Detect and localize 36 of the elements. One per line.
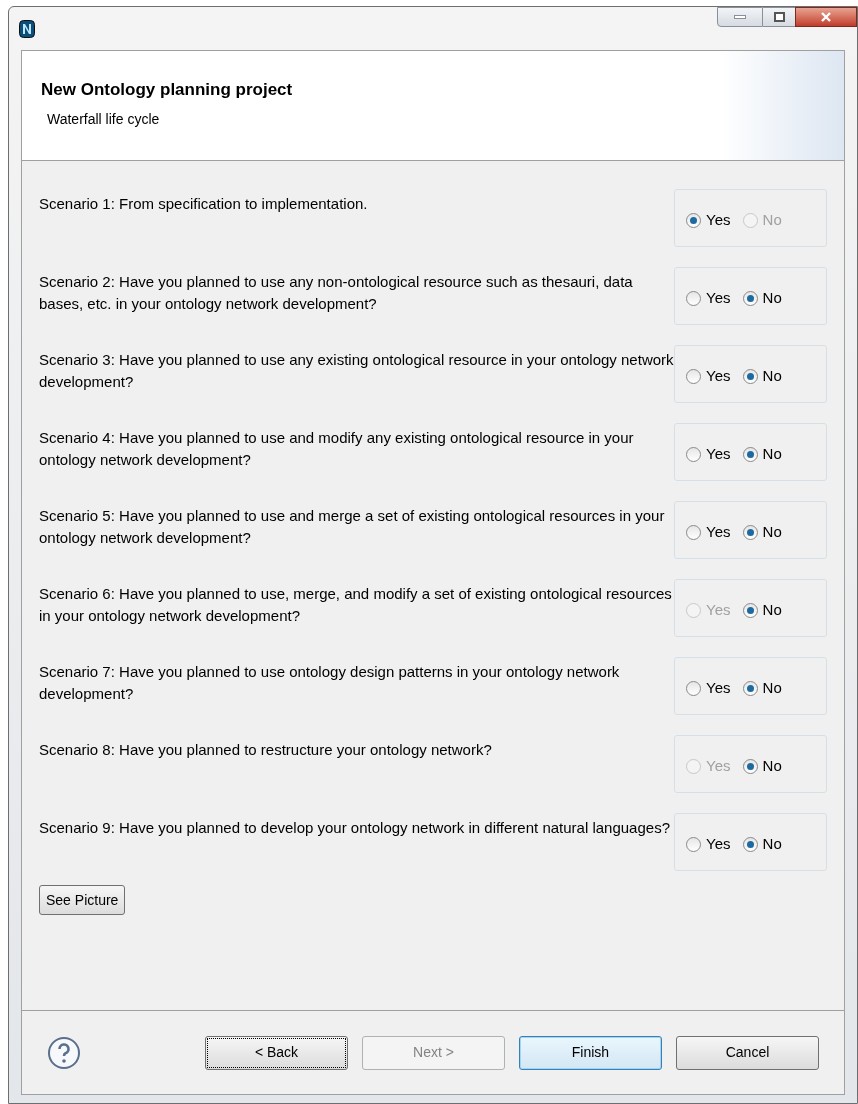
radio-option[interactable]: Yes: [686, 521, 731, 544]
radio-option[interactable]: No: [742, 833, 782, 856]
question-text: Scenario 4: Have you planned to use and modify any existing ontological resource in your ontology network development?: [39, 428, 635, 470]
dialog-subtitle: Waterfall life cycle: [47, 109, 161, 129]
radio-option[interactable]: No: [742, 287, 782, 310]
close-icon: [820, 12, 832, 22]
see-picture-button[interactable]: See Picture: [39, 885, 126, 915]
app-logo-icon: [19, 20, 35, 38]
radio-option[interactable]: Yes: [686, 833, 731, 856]
question-text: Scenario 3: Have you planned to use any existing ontological resource in your ontology network development?: [39, 350, 675, 392]
radio-option[interactable]: Yes: [686, 443, 731, 466]
dialog-button[interactable]: Finish: [519, 1035, 662, 1070]
dialog-button[interactable]: Cancel: [676, 1035, 819, 1070]
radio-option[interactable]: No: [742, 365, 782, 388]
radio-option[interactable]: Yes: [686, 287, 731, 310]
question-text: Scenario 6: Have you planned to use, merge, and modify a set of existing ontological resources in your ontology network development?: [39, 584, 673, 626]
radio-option[interactable]: Yes: [686, 209, 731, 232]
minimize-button[interactable]: [717, 7, 763, 27]
dialog-title: New Ontology planning project: [41, 79, 294, 101]
question-text: Scenario 1: From specification to implementation.: [39, 194, 369, 214]
radio-option[interactable]: Yes: [686, 677, 731, 700]
question-text: Scenario 2: Have you planned to use any non-ontological resource such as thesauri, data bases, etc. in your ontology network development?: [39, 272, 634, 314]
question-text: Scenario 7: Have you planned to use ontology design patterns in your ontology network development?: [39, 662, 621, 704]
radio-option[interactable]: No: [742, 443, 782, 466]
help-icon[interactable]: [47, 1035, 81, 1070]
question-text: Scenario 9: Have you planned to develop your ontology network in different natural languages?: [39, 818, 671, 838]
radio-option[interactable]: No: [742, 521, 782, 544]
close-button[interactable]: [795, 7, 857, 27]
radio-option[interactable]: No: [742, 755, 782, 778]
question-text: Scenario 8: Have you planned to restructure your ontology network?: [39, 740, 493, 760]
question-text: Scenario 5: Have you planned to use and merge a set of existing ontological resources in your ontology network development?: [39, 506, 666, 548]
maximize-button[interactable]: [763, 7, 795, 27]
radio-option[interactable]: No: [742, 677, 782, 700]
radio-option[interactable]: Yes: [686, 365, 731, 388]
dialog-button[interactable]: < Back: [205, 1035, 348, 1070]
radio-option[interactable]: No: [742, 599, 782, 622]
